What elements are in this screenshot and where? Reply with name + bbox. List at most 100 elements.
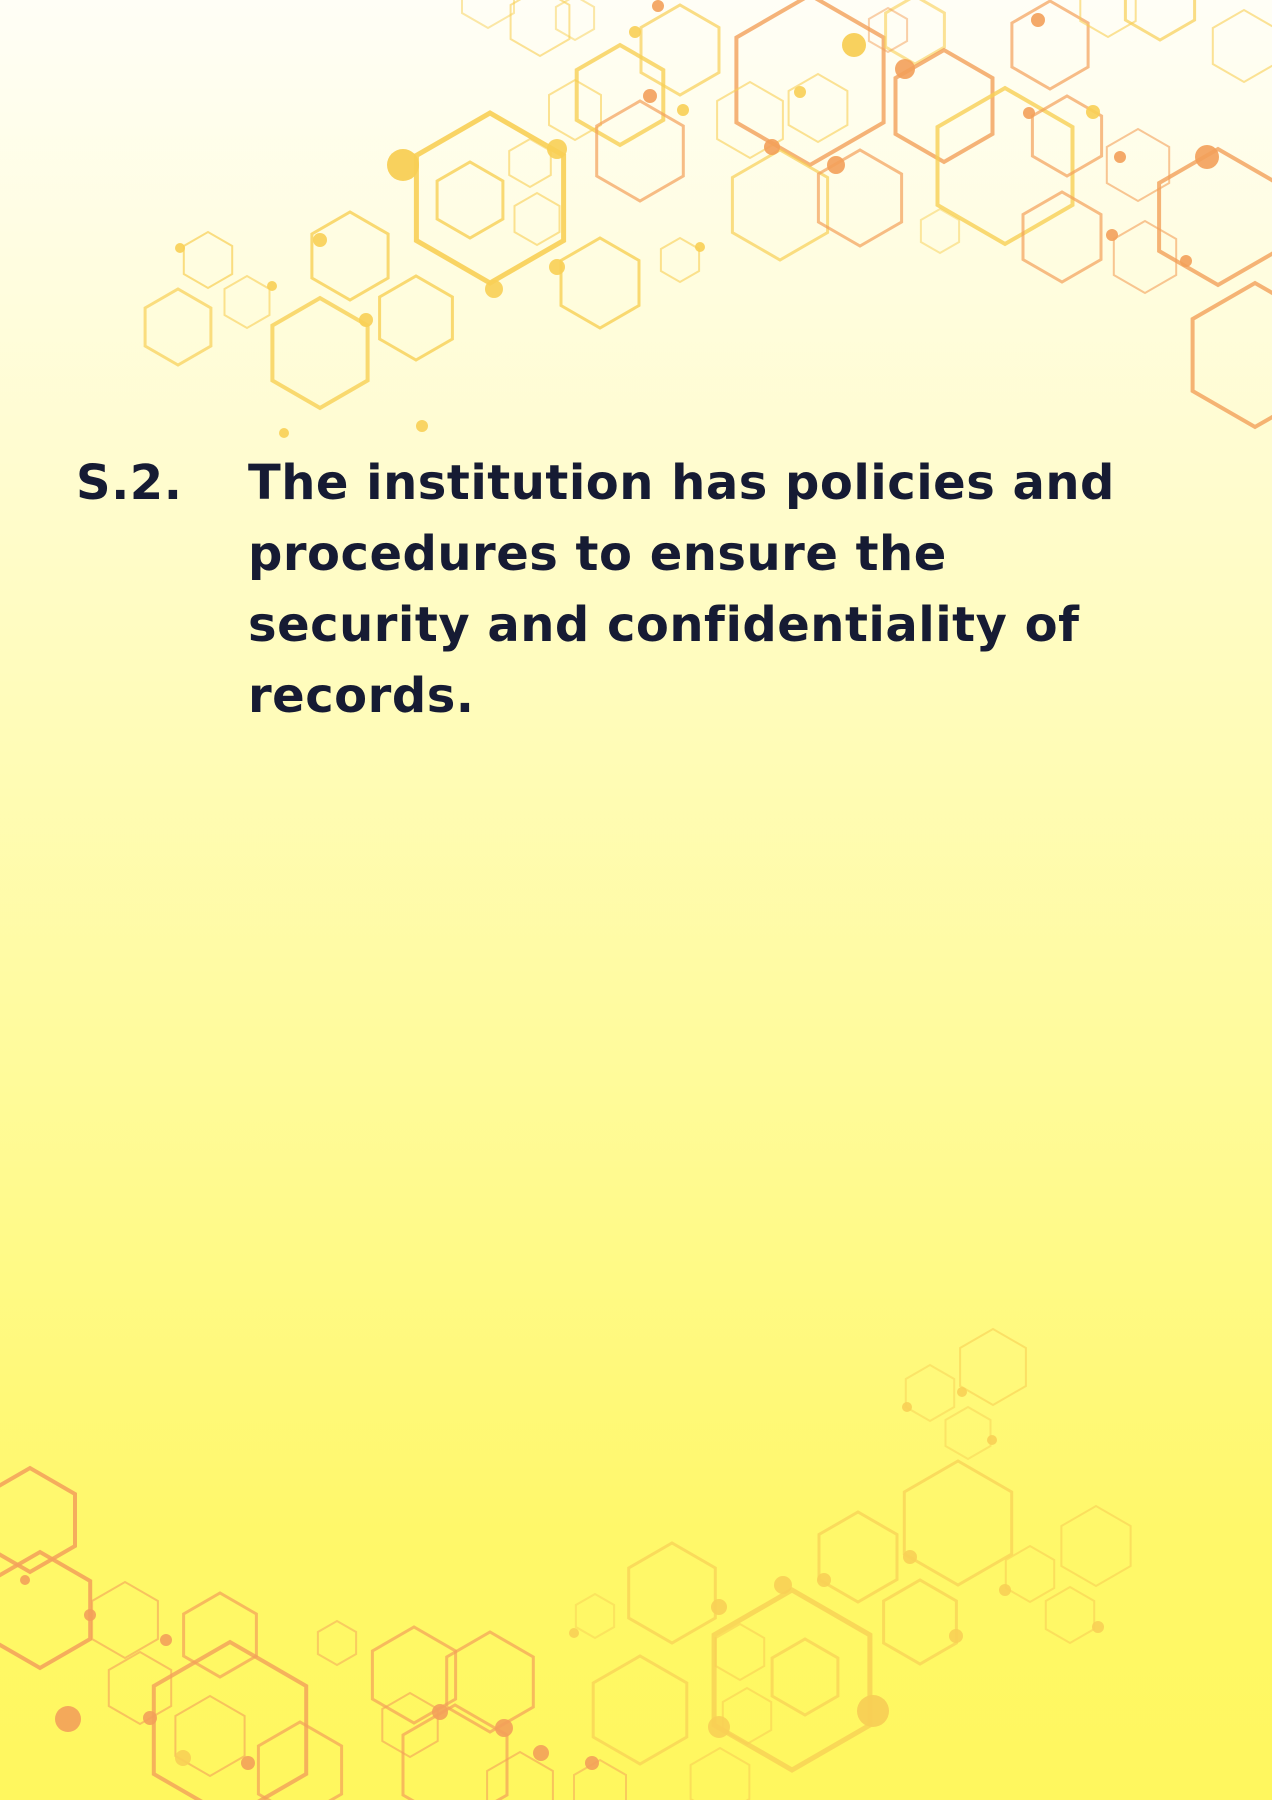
hexagon-shape bbox=[554, 0, 596, 42]
node-dot bbox=[999, 1584, 1011, 1596]
hexagon-shape bbox=[0, 1549, 93, 1671]
node-dot bbox=[175, 243, 185, 253]
node-dot bbox=[643, 89, 657, 103]
hexagon-shape bbox=[734, 0, 886, 168]
node-dot bbox=[895, 59, 915, 79]
node-dot bbox=[241, 1756, 255, 1770]
node-dot bbox=[55, 1706, 81, 1732]
hexagon-shape bbox=[867, 6, 909, 54]
hexagon-shape bbox=[817, 1510, 899, 1604]
hexagon-shape bbox=[0, 1465, 77, 1575]
node-dot bbox=[279, 428, 289, 438]
hexagon-shape bbox=[310, 210, 390, 302]
node-dot bbox=[84, 1609, 96, 1621]
hexagon-shape bbox=[711, 1587, 873, 1773]
node-dot bbox=[1031, 13, 1045, 27]
node-dot bbox=[1023, 107, 1035, 119]
node-dot bbox=[569, 1628, 579, 1638]
hexagon-shape bbox=[270, 295, 370, 411]
hexagon-shape bbox=[1060, 1504, 1132, 1588]
node-dot bbox=[1086, 105, 1100, 119]
hexagon-shape bbox=[107, 1650, 173, 1726]
node-dot bbox=[160, 1634, 172, 1646]
hexagon-shape bbox=[573, 1758, 627, 1800]
hexagon-shape bbox=[1021, 190, 1103, 284]
hexagon-shape bbox=[1010, 0, 1090, 91]
hexagon-shape bbox=[91, 1580, 159, 1660]
node-dot bbox=[387, 149, 419, 181]
node-dot bbox=[1114, 151, 1126, 163]
hexagon-shape bbox=[730, 148, 830, 262]
hexagon-shape bbox=[770, 1637, 840, 1717]
hexagon-shape bbox=[882, 1578, 958, 1666]
hexagon-shape bbox=[559, 236, 641, 330]
hexagon-shape bbox=[378, 274, 454, 362]
node-dot bbox=[1195, 145, 1219, 169]
node-dot bbox=[652, 0, 664, 12]
node-dot bbox=[764, 139, 780, 155]
node-dot bbox=[857, 1695, 889, 1727]
hexagon-shape bbox=[1211, 8, 1272, 84]
hexagon-shape bbox=[1190, 280, 1272, 430]
node-dot bbox=[794, 86, 806, 98]
hexagon-shape bbox=[787, 72, 849, 144]
node-dot bbox=[143, 1711, 157, 1725]
page: S.2. The institution has policies and pr… bbox=[0, 0, 1272, 1800]
hexagon-shape bbox=[627, 1541, 717, 1645]
hexagon-shape bbox=[381, 1691, 439, 1759]
section-text: The institution has policies and procedu… bbox=[248, 455, 1115, 724]
node-dot bbox=[175, 1750, 191, 1766]
hexagon-shape bbox=[904, 1363, 956, 1423]
node-dot bbox=[485, 280, 503, 298]
hexagon-shape bbox=[316, 1619, 358, 1667]
hexagon-shape bbox=[902, 1459, 1014, 1587]
hexagon-pattern-decoration bbox=[0, 0, 1272, 1800]
hexagon-shape bbox=[595, 99, 685, 203]
node-dot bbox=[629, 26, 641, 38]
node-dot bbox=[817, 1573, 831, 1587]
hexagon-shape bbox=[919, 207, 961, 255]
node-dot bbox=[774, 1576, 792, 1594]
node-dot bbox=[267, 281, 277, 291]
hexagon-shape bbox=[574, 1592, 616, 1640]
hexagon-shape bbox=[445, 1630, 535, 1734]
node-dot bbox=[432, 1704, 448, 1720]
hexagon-shape bbox=[513, 191, 561, 247]
node-dot bbox=[533, 1745, 549, 1761]
hexagon-shape bbox=[461, 0, 515, 30]
hexagon-shape bbox=[509, 0, 571, 58]
hexagon-shape bbox=[182, 230, 234, 290]
node-dot bbox=[708, 1716, 730, 1738]
hexagon-shape bbox=[959, 1327, 1027, 1407]
node-dot bbox=[677, 104, 689, 116]
hexagon-shape bbox=[639, 3, 721, 97]
node-dot bbox=[416, 420, 428, 432]
node-dot bbox=[313, 233, 327, 247]
hexagon-shape bbox=[591, 1654, 689, 1766]
hexagon-network-top-icon bbox=[143, 0, 1272, 438]
node-dot bbox=[1106, 229, 1118, 241]
node-dot bbox=[585, 1756, 599, 1770]
node-dot bbox=[1092, 1621, 1104, 1633]
node-dot bbox=[842, 33, 866, 57]
node-dot bbox=[902, 1402, 912, 1412]
node-dot bbox=[547, 139, 567, 159]
node-dot bbox=[949, 1629, 963, 1643]
node-dot bbox=[987, 1435, 997, 1445]
hexagon-shape bbox=[1044, 1585, 1096, 1645]
hexagon-shape bbox=[256, 1720, 344, 1800]
node-dot bbox=[20, 1575, 30, 1585]
hexagon-shape bbox=[143, 287, 213, 367]
hexagon-network-bottom-icon bbox=[0, 1327, 1132, 1800]
hexagon-shape bbox=[223, 274, 271, 330]
hexagon-shape bbox=[435, 160, 505, 240]
node-dot bbox=[1180, 255, 1192, 267]
hexagon-shape bbox=[151, 1639, 309, 1800]
hexagon-shape bbox=[689, 1746, 751, 1800]
node-dot bbox=[495, 1719, 513, 1737]
node-dot bbox=[957, 1387, 967, 1397]
node-dot bbox=[711, 1599, 727, 1615]
node-dot bbox=[695, 242, 705, 252]
hexagon-shape bbox=[944, 1405, 992, 1461]
hexagon-shape bbox=[659, 236, 701, 284]
